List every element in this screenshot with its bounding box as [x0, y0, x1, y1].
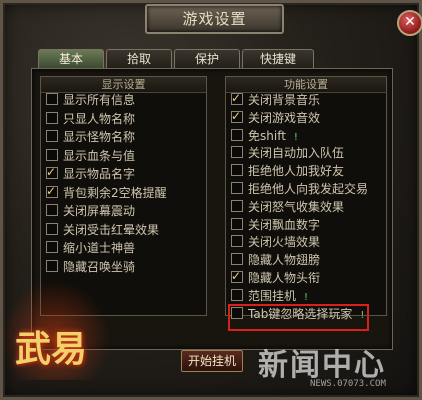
checkbox[interactable]: [46, 164, 58, 180]
tab-pickup[interactable]: 拾取: [106, 49, 172, 68]
function-option[interactable]: 拒绝他人向我发起交易: [231, 181, 368, 197]
checkbox[interactable]: [46, 148, 58, 161]
checkbox[interactable]: [231, 90, 243, 106]
option-label: 拒绝他人加我好友: [248, 164, 345, 179]
function-option[interactable]: 隐藏人物翅膀: [231, 252, 320, 268]
checkbox[interactable]: [46, 259, 58, 272]
function-option[interactable]: 拒绝他人加我好友: [231, 163, 344, 179]
checkbox[interactable]: [46, 241, 58, 253]
display-option[interactable]: 显示物品名字: [46, 164, 136, 182]
option-label: 关闭游戏音效: [248, 110, 321, 125]
function-option[interactable]: 关闭背景音乐: [231, 90, 321, 108]
function-option[interactable]: 关闭飘血数字: [231, 217, 320, 233]
option-label: 隐藏人物翅膀: [248, 253, 321, 268]
option-label: 关闭飘血数字: [248, 217, 321, 232]
tab-hotkeys[interactable]: 快捷键: [242, 49, 314, 68]
option-label: 缩小道士神兽: [63, 241, 136, 255]
display-option[interactable]: 关闭受击红晕效果: [46, 222, 159, 238]
checkbox[interactable]: [231, 108, 243, 124]
function-option[interactable]: 关闭游戏音效: [231, 108, 321, 126]
checkbox[interactable]: [231, 128, 243, 141]
info-icon[interactable]: !: [304, 292, 308, 303]
option-label: 关闭背景音乐: [248, 93, 321, 107]
option-label: 只显人物名称: [63, 111, 136, 126]
checkbox[interactable]: [46, 204, 58, 216]
display-option[interactable]: 显示怪物名称: [46, 129, 135, 145]
option-label: 显示怪物名称: [63, 130, 136, 144]
display-option[interactable]: 背包剩余2空格提醒: [46, 183, 167, 201]
checkbox[interactable]: [231, 164, 243, 177]
game-logo: 武易: [15, 328, 88, 370]
option-label: 显示血条与值: [63, 148, 136, 163]
checkbox[interactable]: [46, 111, 58, 124]
function-option[interactable]: 关闭自动加入队伍: [231, 145, 344, 161]
checkbox[interactable]: [231, 217, 243, 230]
option-label: 显示物品名字: [63, 167, 136, 181]
display-option[interactable]: 显示所有信息: [46, 92, 135, 108]
checkbox[interactable]: [231, 253, 243, 266]
checkbox[interactable]: [231, 182, 243, 194]
checkbox[interactable]: [46, 222, 58, 235]
function-option[interactable]: 范围挂机!: [231, 288, 308, 304]
display-option[interactable]: 显示血条与值: [46, 148, 135, 164]
option-label: 隐藏召唤坐骑: [63, 259, 136, 274]
option-label: 关闭怒气收集效果: [248, 199, 345, 214]
function-option[interactable]: 关闭怒气收集效果: [231, 199, 344, 215]
tab-protect[interactable]: 保护: [174, 49, 240, 68]
checkbox[interactable]: [46, 93, 58, 105]
checkbox[interactable]: [231, 146, 243, 159]
option-label: 范围挂机: [248, 288, 297, 303]
checkbox[interactable]: [46, 130, 58, 142]
function-settings-header: 功能设置: [226, 77, 386, 93]
display-option[interactable]: 缩小道士神兽: [46, 240, 135, 256]
info-icon[interactable]: !: [294, 132, 298, 143]
option-label: 关闭自动加入队伍: [248, 146, 345, 161]
display-option[interactable]: 隐藏召唤坐骑: [46, 259, 135, 275]
option-label: 背包剩余2空格提醒: [63, 185, 167, 200]
watermark: 新闻中心: [258, 348, 386, 383]
function-option[interactable]: 隐藏人物头衔: [231, 268, 321, 286]
highlight-box: [228, 304, 369, 331]
option-label: 关闭屏幕震动: [63, 204, 136, 218]
tab-basic[interactable]: 基本: [38, 49, 104, 68]
watermark-url: NEWS.07073.COM: [310, 379, 386, 389]
checkbox[interactable]: [231, 288, 243, 301]
option-label: 关闭受击红晕效果: [63, 222, 160, 237]
option-label: 隐藏人物头衔: [248, 271, 321, 285]
function-option[interactable]: 关闭火墙效果: [231, 234, 320, 250]
close-button[interactable]: ✕: [397, 10, 422, 36]
display-option[interactable]: 只显人物名称: [46, 111, 135, 127]
checkbox[interactable]: [46, 183, 58, 199]
checkbox[interactable]: [231, 268, 243, 284]
option-label: 拒绝他人向我发起交易: [248, 182, 369, 196]
display-settings-header: 显示设置: [41, 77, 206, 93]
option-label: 显示所有信息: [63, 93, 136, 107]
checkbox[interactable]: [231, 235, 243, 248]
checkbox[interactable]: [231, 199, 243, 212]
function-option[interactable]: 免shift!: [231, 128, 298, 144]
window-title: 游戏设置: [145, 4, 284, 34]
option-label: 免shift: [248, 128, 286, 143]
display-option[interactable]: 关闭屏幕震动: [46, 203, 135, 219]
option-label: 关闭火墙效果: [248, 235, 321, 250]
start-autohunt-button[interactable]: 开始挂机: [181, 350, 243, 372]
